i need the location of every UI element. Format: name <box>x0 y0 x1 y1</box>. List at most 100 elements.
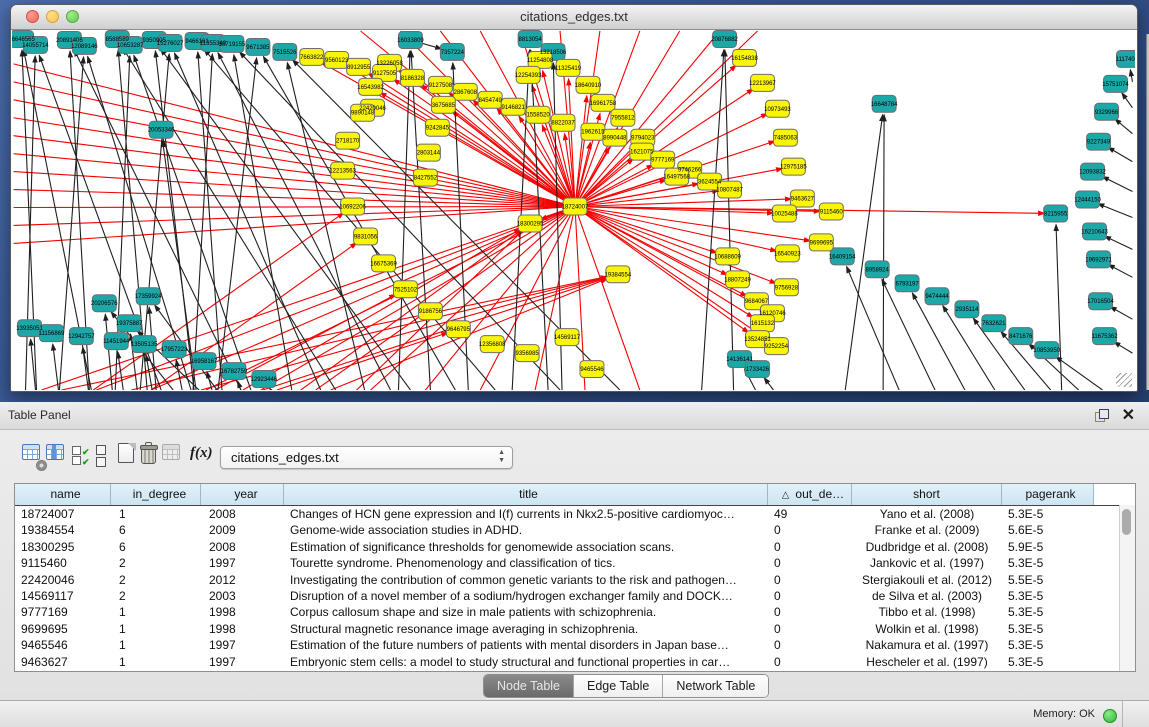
table-cell: Hescheler et al. (1997) <box>852 654 1002 670</box>
graph-node-label: 12213967 <box>749 81 776 87</box>
graph-node-label: 1733426 <box>746 367 770 373</box>
column-check-icon[interactable]: ✔✔ <box>72 446 92 468</box>
graph-edge <box>1110 307 1132 320</box>
graph-edge <box>53 344 59 390</box>
table-cell: 9777169 <box>15 604 111 620</box>
graph-node-label: 8912955 <box>347 65 371 71</box>
page-glyph <box>118 443 134 463</box>
graph-node-label: 7515526 <box>273 50 297 56</box>
delete-trash-icon[interactable] <box>140 443 156 463</box>
graph-node-label: 14136141 <box>726 357 753 363</box>
table-select-combobox[interactable]: citations_edges.txt ▲▼ <box>220 446 513 469</box>
gear-glyph <box>37 461 46 470</box>
table-grid-glyph <box>22 444 40 460</box>
graph-edge <box>270 388 271 390</box>
graph-node-label: 18300295 <box>517 221 544 227</box>
graph-node-label: 16033809 <box>397 38 424 44</box>
graph-node-label: 18807249 <box>724 277 751 283</box>
table-cell: 5.3E-5 <box>1002 506 1094 522</box>
graph-node-label: 9115460 <box>820 209 843 215</box>
graph-node-label: 11174067 <box>1116 57 1135 63</box>
tab-network-table[interactable]: Network Table <box>663 675 768 697</box>
graph-node-label: 20876882 <box>711 37 738 43</box>
function-builder-icon[interactable]: f(x) <box>190 445 210 467</box>
column-header-title[interactable]: title <box>284 484 768 505</box>
table-row[interactable]: 969969511998Structural magnetic resonanc… <box>15 621 1135 637</box>
table-row[interactable]: 946554611997Estimation of the future num… <box>15 637 1135 653</box>
table-cell: 18300295 <box>15 539 111 555</box>
column-header-out_de[interactable]: △ out_de… <box>768 484 852 505</box>
table-row[interactable]: 1456911722003Disruption of a novel membe… <box>15 588 1135 604</box>
close-panel-icon[interactable]: ✕ <box>1122 405 1135 425</box>
box-glyph <box>96 457 106 467</box>
table-cell: 2012 <box>201 572 284 588</box>
graph-node-label: 9699695 <box>810 240 834 246</box>
column-header-pagerank[interactable]: pagerank <box>1002 484 1094 505</box>
column-header-short[interactable]: short <box>852 484 1002 505</box>
column-header-in_degree[interactable]: in_degree <box>111 484 201 505</box>
float-panel-icon[interactable] <box>1095 409 1109 422</box>
graph-node-label: 9890148 <box>351 111 375 117</box>
desktop-background: citations_edges.txt 16646565140557142089… <box>0 0 1149 402</box>
graph-edge <box>176 360 182 390</box>
graph-node-label: 2867608 <box>454 90 478 96</box>
memory-ok-indicator[interactable] <box>1103 709 1117 723</box>
tab-node-table[interactable]: Node Table <box>484 675 574 697</box>
graph-node-label: 8990448 <box>603 136 627 142</box>
table-cell: Jankovic et al. (1997) <box>852 555 1002 571</box>
show-columns-icon[interactable] <box>46 444 66 466</box>
scrollbar-thumb[interactable] <box>1122 509 1131 535</box>
table-cell: 9115460 <box>15 555 111 571</box>
graph-edge <box>14 136 575 207</box>
graph-edge <box>1108 147 1132 161</box>
table-cell: 5.3E-5 <box>1002 654 1094 670</box>
window-titlebar[interactable]: citations_edges.txt <box>11 5 1137 30</box>
graph-node-label: 7632621 <box>982 321 1006 327</box>
graph-edge <box>411 51 430 390</box>
vertical-scrollbar[interactable] <box>1119 505 1135 671</box>
table-cell: Genome-wide association studies in ADHD. <box>284 522 768 538</box>
table-row[interactable]: 1830029562008Estimation of significance … <box>15 539 1135 555</box>
table-cell: 0 <box>768 539 852 555</box>
graph-node-label: 11156869 <box>39 331 65 337</box>
graph-edge <box>725 50 734 390</box>
resize-grip[interactable] <box>1116 373 1132 387</box>
graph-node-label: 19384554 <box>605 272 632 278</box>
new-document-icon[interactable] <box>118 443 138 465</box>
network-graph[interactable]: 1664656514055714208914061208914685885891… <box>12 30 1135 390</box>
table-settings-icon[interactable] <box>22 444 42 466</box>
column-header-year[interactable]: year <box>201 484 284 505</box>
graph-node-label: 9463627 <box>791 197 815 203</box>
table-row[interactable]: 1938455462009Genome-wide association stu… <box>15 522 1135 538</box>
table-row[interactable]: 1872400712008Changes of HCN gene express… <box>15 506 1135 522</box>
table-row[interactable]: 977716911998Corpus callosum shape and si… <box>15 604 1135 620</box>
graph-node-label: 12923446 <box>251 377 278 383</box>
column-header-name[interactable]: name <box>15 484 111 505</box>
graph-node-label: 9465546 <box>580 367 604 373</box>
column-header-filler <box>1094 484 1135 505</box>
graph-node-label: 15276027 <box>157 41 184 47</box>
row-options-icon[interactable] <box>96 445 116 467</box>
graph-node-label: 6793197 <box>895 281 919 287</box>
table-row[interactable]: 2242004622012Investigating the contribut… <box>15 572 1135 588</box>
table-cell: 5.3E-5 <box>1002 637 1094 653</box>
graph-node-label: 16154838 <box>731 56 758 62</box>
table-cell: 9465546 <box>15 637 111 653</box>
table-panel: Table Panel ✕ ✔✔ f(x) citations_edges.tx… <box>0 402 1149 727</box>
graph-node-label: 16409154 <box>829 254 856 260</box>
status-bar: Memory: OK <box>0 700 1149 727</box>
table-cell: 1 <box>111 654 201 670</box>
table-type-tabs: Node TableEdge TableNetwork Table <box>483 674 769 698</box>
tab-edge-table[interactable]: Edge Table <box>574 675 663 697</box>
sort-ascending-icon: △ <box>782 486 789 503</box>
graph-edge <box>883 115 884 390</box>
table-row[interactable]: 946362711997Embryonic stem cells: a mode… <box>15 654 1135 670</box>
table-row[interactable]: 911546021997Tourette syndrome. Phenomeno… <box>15 555 1135 571</box>
graph-node-label: 9794023 <box>631 136 655 142</box>
graph-node-label: 9127508 <box>429 83 453 89</box>
combobox-stepper-icon[interactable]: ▲▼ <box>498 449 505 465</box>
network-graph-canvas[interactable]: 1664656514055714208914061208914685885891… <box>12 30 1135 390</box>
graph-edge <box>535 207 575 390</box>
graph-node-label: 9329966 <box>1095 110 1119 116</box>
graph-node-label: 8427552 <box>414 176 438 182</box>
